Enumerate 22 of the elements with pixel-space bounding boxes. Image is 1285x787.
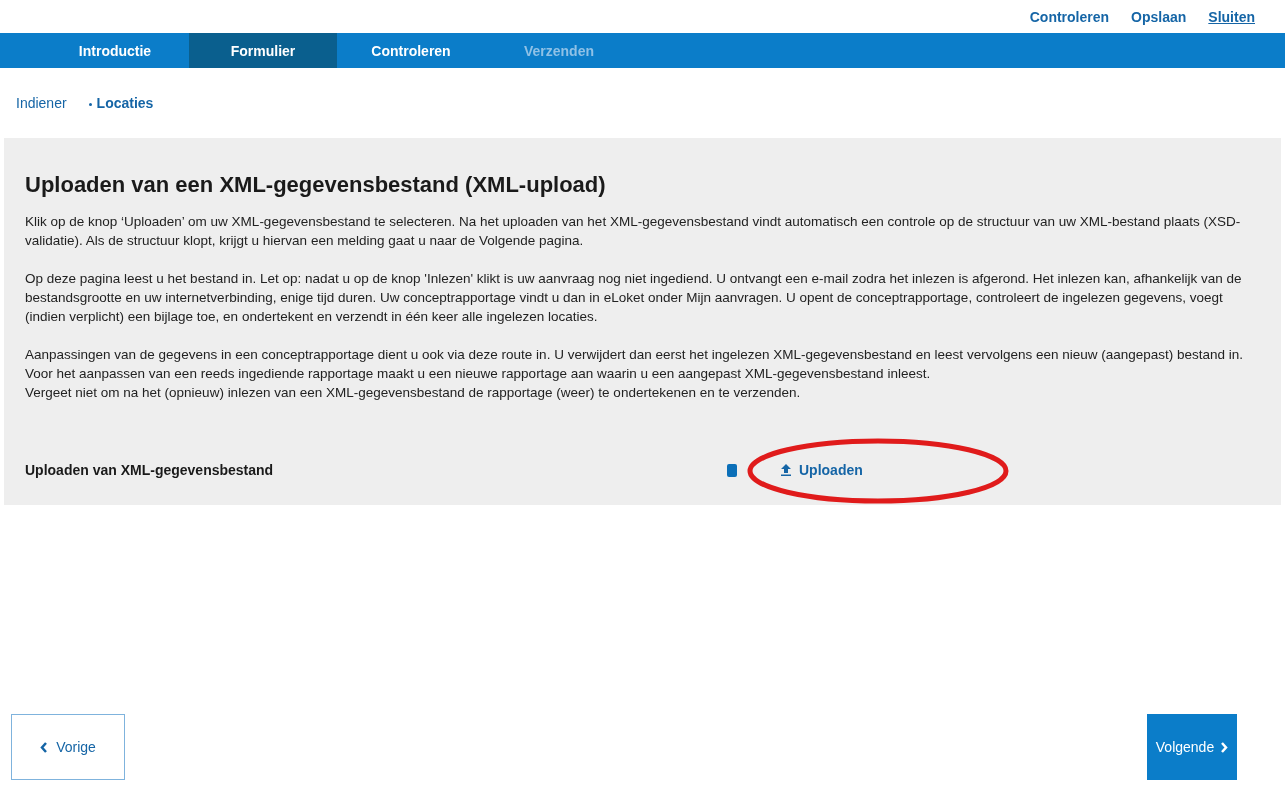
upload-label: Uploaden van XML-gegevensbestand [25, 462, 275, 478]
nav-tab[interactable]: Controleren [337, 33, 485, 68]
section-title: Uploaden van een XML-gegevensbestand (XML-upload) [25, 172, 607, 198]
paragraph: Klik op de knop ‘Uploaden’ om uw XML-gegevensbestand te selecteren. Na het uploaden van het XML-gegevensbestand vindt automatisch een controle op de structuur van uw XML-bestand plaats (XSD-validatie). Als de structuur klopt, krijgt u hiervan een melding gaat u naar de Volgende pagina. [25, 213, 1242, 250]
chevron-left-icon [40, 741, 49, 753]
next-button[interactable]: Volgende [1147, 714, 1237, 780]
paragraph: Aanpassingen van de gegevens in een conceptrapportage dient u ook via deze route in. U verwijdert dan eerst het ingelezen XML-gegevensbestand en leest vervolgens een nieuw (aangepast) bestand in. [25, 346, 1245, 364]
nav-tab[interactable]: Introductie [41, 33, 189, 68]
subnav-link[interactable]: Locaties [88, 95, 154, 111]
header-link[interactable]: Opslaan [1131, 8, 1187, 25]
header-link[interactable]: Sluiten [1208, 8, 1255, 25]
upload-icon [781, 464, 791, 476]
upload-button[interactable]: Uploaden [777, 460, 867, 480]
chevron-right-icon [1220, 741, 1229, 753]
subnav-link[interactable]: Indiener [16, 95, 67, 111]
paragraph: Voor het aanpassen van een reeds ingediende rapportage maakt u een nieuwe rapportage aan waarin u een aangepast XML-gegevensbestand inleest. [25, 365, 932, 383]
paragraph: Op deze pagina leest u het bestand in. Let op: nadat u op de knop 'Inlezen' klikt is uw aanvraag nog niet ingediend. U ontvangt een e-mail zodra het inlezen is afgerond. Het inlezen kan, afhankelijk van de bestandsgrootte en uw internetverbinding, enige tijd duren. Uw conceptrapportage vindt u dan in eLoket onder Mijn aanvragen. U opent de conceptrapportage, controleert de ingelezen gegevens, voegt (indien verplicht) een bijlage toe, en ondertekent en verzendt in één keer alle ingelezen locaties. [25, 270, 1243, 326]
previous-button[interactable]: Vorige [11, 714, 125, 780]
nav-tab[interactable]: Formulier [189, 33, 337, 68]
bullet-icon [88, 102, 92, 106]
header-link[interactable]: Controleren [1029, 8, 1110, 25]
paragraph: Vergeet niet om na het (opnieuw) inlezen van een XML-gegevensbestand de rapportage (weer) te ondertekenen en te verzenden. [25, 384, 802, 402]
